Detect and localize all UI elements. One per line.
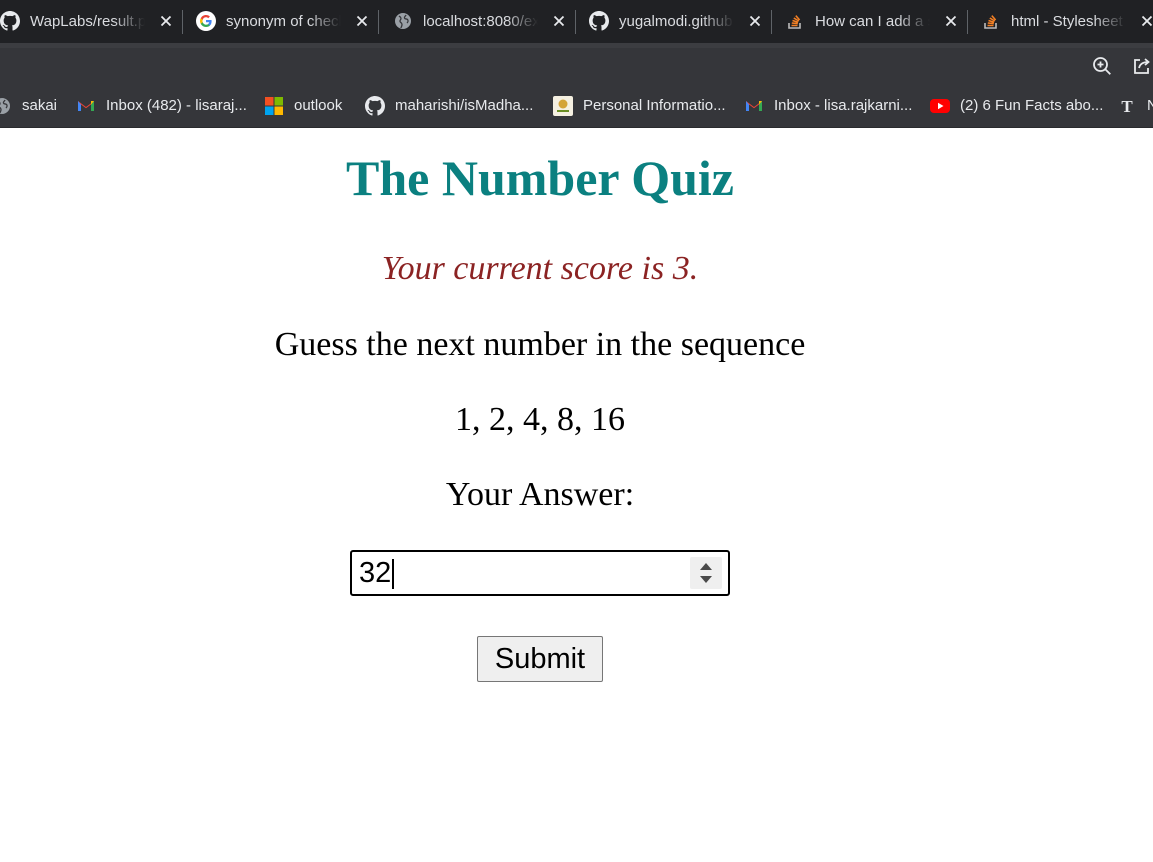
bookmark-label: sakai xyxy=(22,97,58,114)
number-spinner[interactable] xyxy=(690,557,722,589)
tab-yugalmodi[interactable]: yugalmodi.github xyxy=(575,0,772,43)
stackoverflow-icon xyxy=(984,15,997,29)
tab-title: html - Stylesheet xyxy=(1011,13,1123,30)
submit-button[interactable]: Submit xyxy=(477,636,603,682)
bookmark-label: Inbox (482) - lisaraj... xyxy=(106,97,247,114)
tab-strip: WapLabs/result.p synonym of check localh… xyxy=(0,0,1153,43)
stackoverflow-icon xyxy=(788,15,801,29)
tab-waplabs[interactable]: WapLabs/result.p xyxy=(0,0,183,43)
spinner-down-icon[interactable] xyxy=(700,576,712,583)
bookmarks-bar: sakai Inbox (482) - lisaraj... outlook m… xyxy=(0,83,1153,128)
gmail-icon xyxy=(78,101,94,111)
text-caret xyxy=(392,559,394,589)
bookmark-inbox-lisa[interactable]: Inbox - lisa.rajkarni... xyxy=(744,95,912,117)
question-prompt: Guess the next number in the sequence xyxy=(274,326,806,363)
tab-localhost[interactable]: localhost:8080/ex xyxy=(379,0,576,43)
bookmark-youtube-fun-facts[interactable]: (2) 6 Fun Facts abo... xyxy=(930,95,1103,117)
close-icon[interactable] xyxy=(943,13,959,29)
tab-how-can-i[interactable]: How can I add a s xyxy=(771,0,968,43)
github-icon xyxy=(589,11,609,31)
tab-synonym[interactable]: synonym of check xyxy=(182,0,379,43)
bookmark-label: N xyxy=(1147,96,1153,116)
page-content: The Number Quiz Your current score is 3.… xyxy=(0,129,1153,862)
tab-title: WapLabs/result.p xyxy=(30,13,145,30)
bookmark-label: maharishi/isMadha... xyxy=(395,97,534,114)
globe-icon xyxy=(0,98,10,114)
answer-field[interactable] xyxy=(350,550,730,596)
score-text: Your current score is 3. xyxy=(381,250,699,287)
bookmark-label: Personal Informatio... xyxy=(583,97,726,114)
zoom-icon[interactable] xyxy=(1091,55,1113,77)
page-title: The Number Quiz xyxy=(346,150,734,206)
bookmark-label: outlook xyxy=(294,97,343,114)
bookmark-personal-information[interactable]: Personal Informatio... xyxy=(553,95,726,117)
browser-toolbar xyxy=(0,48,1153,83)
spinner-up-icon[interactable] xyxy=(700,563,712,570)
bookmark-maharishi[interactable]: maharishi/isMadha... xyxy=(365,95,533,117)
tab-title: synonym of check xyxy=(226,13,341,30)
bookmark-label: (2) 6 Fun Facts abo... xyxy=(960,97,1104,114)
share-icon[interactable] xyxy=(1131,55,1153,77)
close-icon[interactable] xyxy=(551,13,567,29)
bookmark-nytimes[interactable]: T N xyxy=(1117,95,1153,117)
seal-icon xyxy=(553,96,573,116)
youtube-icon xyxy=(930,99,950,113)
svg-text:T: T xyxy=(1121,97,1133,116)
close-icon[interactable] xyxy=(158,13,174,29)
answer-input[interactable] xyxy=(359,556,679,590)
globe-icon xyxy=(395,13,411,29)
github-icon xyxy=(0,11,20,31)
gmail-icon xyxy=(746,101,762,111)
bookmark-label: Inbox - lisa.rajkarni... xyxy=(774,97,913,114)
microsoft-icon xyxy=(265,97,283,115)
close-icon[interactable] xyxy=(1139,13,1153,29)
bookmark-inbox-482[interactable]: Inbox (482) - lisaraj... xyxy=(76,95,247,117)
answer-label: Your Answer: xyxy=(445,476,635,513)
close-icon[interactable] xyxy=(747,13,763,29)
close-icon[interactable] xyxy=(354,13,370,29)
number-sequence: 1, 2, 4, 8, 16 xyxy=(455,401,625,438)
tab-html-stylesheet[interactable]: html - Stylesheet xyxy=(967,0,1153,43)
google-icon xyxy=(196,11,216,31)
bookmark-outlook[interactable]: outlook xyxy=(264,95,342,117)
bookmark-sakai[interactable]: sakai xyxy=(0,95,57,117)
tab-title: yugalmodi.github xyxy=(619,13,733,30)
tab-title: How can I add a s xyxy=(815,13,930,30)
github-icon xyxy=(365,96,385,116)
nytimes-icon: T xyxy=(1121,97,1133,116)
tab-title: localhost:8080/ex xyxy=(423,13,538,30)
